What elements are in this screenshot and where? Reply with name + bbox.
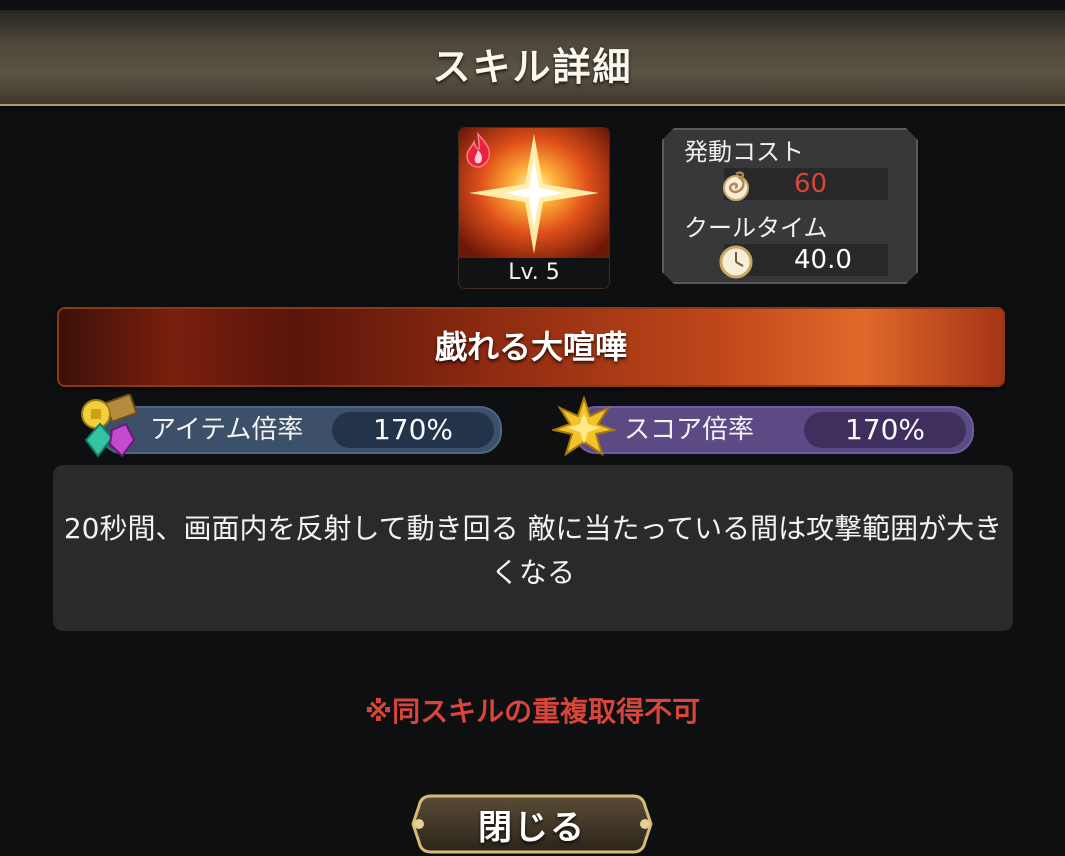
item-multiplier-value-box: 170% <box>332 412 494 448</box>
skill-level: Lv. 5 <box>459 258 609 288</box>
star-icon <box>552 396 616 457</box>
close-button-label: 閉じる <box>478 808 586 848</box>
score-multiplier-value-box: 170% <box>804 412 966 448</box>
score-multiplier-value: 170% <box>844 413 926 446</box>
top-strip <box>0 0 1065 10</box>
item-multiplier-value: 170% <box>372 413 454 446</box>
description-box: 20秒間、画面内を反射して動き回る 敵に当たっている間は攻撃範囲が大きくなる <box>53 465 1013 631</box>
page-title: スキル詳細 <box>432 45 633 89</box>
cost-value: 60 <box>794 169 828 199</box>
skill-name: 戯れる大喧嘩 <box>434 328 627 366</box>
duplicate-warning: ※同スキルの重複取得不可 <box>364 695 701 728</box>
item-multiplier-label: アイテム倍率 <box>150 415 304 445</box>
gems-icon <box>81 394 138 458</box>
skill-description: 20秒間、画面内を反射して動き回る 敵に当たっている間は攻撃範囲が大きくなる <box>63 512 1003 589</box>
cost-value-box: 60 <box>724 168 888 200</box>
item-multiplier: アイテム倍率 170% <box>100 406 502 454</box>
score-multiplier: スコア倍率 170% <box>574 406 974 454</box>
cooltime-label: クールタイム <box>684 214 828 242</box>
cost-panel: 発動コスト 60 クールタイム 40.0 <box>662 128 918 284</box>
cooltime-value: 40.0 <box>794 245 852 275</box>
cost-label: 発動コスト <box>684 138 804 166</box>
score-multiplier-label: スコア倍率 <box>624 415 755 445</box>
cooltime-value-box: 40.0 <box>724 244 888 276</box>
fire-icon <box>466 132 491 168</box>
skill-icon-card: Lv. 5 <box>459 128 609 288</box>
clock-icon <box>716 240 756 280</box>
close-button[interactable]: 閉じる <box>405 792 659 856</box>
swirl-icon <box>716 164 756 204</box>
skill-name-bar: 戯れる大喧嘩 <box>57 307 1005 387</box>
header-bar: スキル詳細 <box>0 0 1065 106</box>
